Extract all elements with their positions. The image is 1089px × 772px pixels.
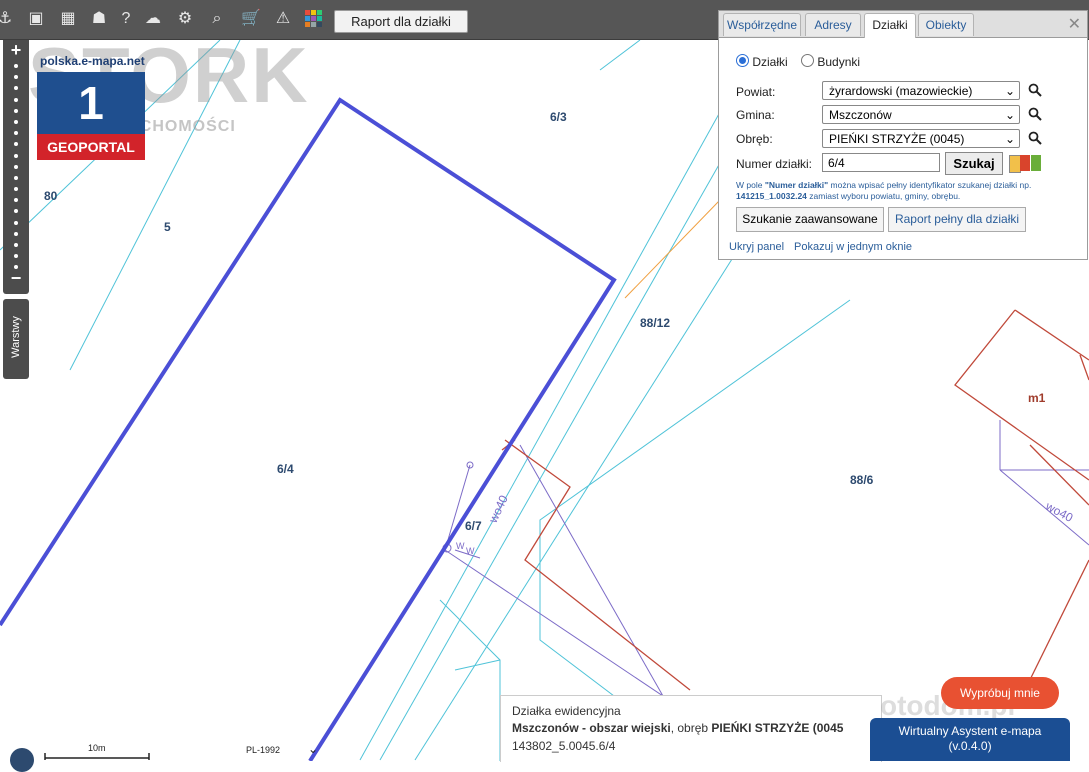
warning-icon[interactable]: ⚠ [272,8,294,30]
gmina-select[interactable]: Mszczonów ⌄ [822,105,1020,124]
scale-label: 10m [88,743,106,753]
parcel-label: 6/3 [550,110,567,124]
obreb-label: Obręb: [736,132,773,146]
parcel-label: 5 [164,220,171,234]
report-button[interactable]: Raport dla działki [334,10,468,33]
gmina-label: Gmina: [736,108,775,122]
full-report-button[interactable]: Raport pełny dla działki [888,207,1026,232]
chevron-down-icon: ⌄ [1004,84,1015,98]
search-icon[interactable] [1028,83,1042,97]
radio-dzialki-label: Działki [752,55,788,69]
search-icon[interactable] [1028,107,1042,121]
logo-number: 1 [37,72,145,134]
layers-toggle[interactable]: Warstwy [3,299,29,379]
color-option-red[interactable] [1020,155,1030,171]
compass-icon[interactable] [10,748,34,772]
search-zoom-icon[interactable]: ⌕ [206,8,228,30]
cart-icon[interactable]: 🛒 [240,8,262,30]
color-option-green[interactable] [1031,155,1041,171]
parcel-label: 6/4 [277,462,294,476]
panel-tabs: Współrzędne Adresy Działki Obiekty ✕ [719,11,1087,38]
assistant-version: (v.0.4.0) [948,739,992,753]
parcel-label: m1 [1028,391,1046,405]
logo-text: GEOPORTAL [37,134,145,160]
search-icon[interactable] [1028,131,1042,145]
radio-budynki[interactable] [801,54,815,67]
obreb-value: PIEŃKI STRZYŻE (0045) [829,132,965,146]
tab-adresy[interactable]: Adresy [805,13,861,36]
map-shape-icon[interactable]: ☗ [88,8,110,30]
close-icon[interactable]: ✕ [1068,14,1081,34]
parcel-label: 88/6 [850,473,874,487]
selected-parcel-outline [0,97,617,761]
chevron-down-icon: ⌄ [1004,108,1015,122]
hide-panel-link[interactable]: Ukryj panel [729,241,784,253]
parcel-label: W [456,541,465,551]
info-location: Mszczonów - obszar wiejski, obręb PIEŃKI… [512,721,844,735]
help-icon[interactable]: ? [115,8,137,30]
radio-budynki-label: Budynki [817,55,861,69]
tab-obiekty[interactable]: Obiekty [918,13,974,36]
info-title: Działka ewidencyjna [512,704,621,718]
tab-dzialki[interactable]: Działki [864,13,916,38]
advanced-search-button[interactable]: Szukanie zaawansowane [736,207,884,232]
zoom-out-button[interactable]: − [3,268,29,289]
powiat-label: Powiat: [736,85,776,99]
powiat-value: żyrardowski (mazowieckie) [829,84,973,98]
search-hint: W pole "Numer działki" można wpisać pełn… [736,180,1032,201]
search-panel: Współrzędne Adresy Działki Obiekty ✕ Dzi… [718,10,1088,260]
gmina-value: Mszczonów [829,108,892,122]
layout-icon[interactable]: ▦ [57,8,79,30]
projection-label: PL-1992 [246,745,281,755]
cloud-upload-icon[interactable]: ☁ [142,8,164,30]
zoom-bar: + − [3,40,29,294]
geoportal-logo: 1 GEOPORTAL [37,72,145,162]
powiat-select[interactable]: żyrardowski (mazowieckie) ⌄ [822,81,1020,100]
anchor-icon[interactable]: ⚓ [0,8,16,30]
radio-group: Działki Budynki [736,53,860,69]
parcel-label: 80 [44,189,58,203]
show-one-window-link[interactable]: Pokazuj w jednym oknie [794,241,912,253]
numer-label: Numer działki: [736,157,813,171]
szukaj-button[interactable]: Szukaj [945,152,1003,175]
obreb-select[interactable]: PIEŃKI STRZYŻE (0045) ⌄ [822,129,1020,148]
chevron-down-icon[interactable]: ⌄ [308,742,318,756]
parcel-label: 6/7 [465,519,482,533]
layers-label: Warstwy [10,316,22,358]
parcel-label: W [466,546,475,556]
try-me-button[interactable]: Wypróbuj mnie [941,677,1059,709]
virtual-assistant-button[interactable]: Wirtualny Asystent e-mapa (v.0.4.0) [870,718,1070,761]
parcel-info-box: Działka ewidencyjna Mszczonów - obszar w… [500,695,882,762]
gear-icon[interactable]: ⚙ [174,8,196,30]
parcel-label: 88/12 [640,316,671,330]
color-grid-icon[interactable] [302,8,324,30]
zoom-slider[interactable] [14,64,18,277]
layers-icon[interactable]: ▣ [25,8,47,30]
assistant-title: Wirtualny Asystent e-mapa [898,724,1042,738]
radio-dzialki[interactable] [736,54,749,67]
numer-dzialki-input[interactable]: 6/4 [822,153,940,172]
tab-wspolrzedne[interactable]: Współrzędne [723,13,801,36]
chevron-down-icon: ⌄ [1004,132,1015,146]
info-identifier: 143802_5.0045.6/4 [512,739,616,753]
site-url: polska.e-mapa.net [40,54,145,68]
zoom-in-button[interactable]: + [3,40,29,61]
